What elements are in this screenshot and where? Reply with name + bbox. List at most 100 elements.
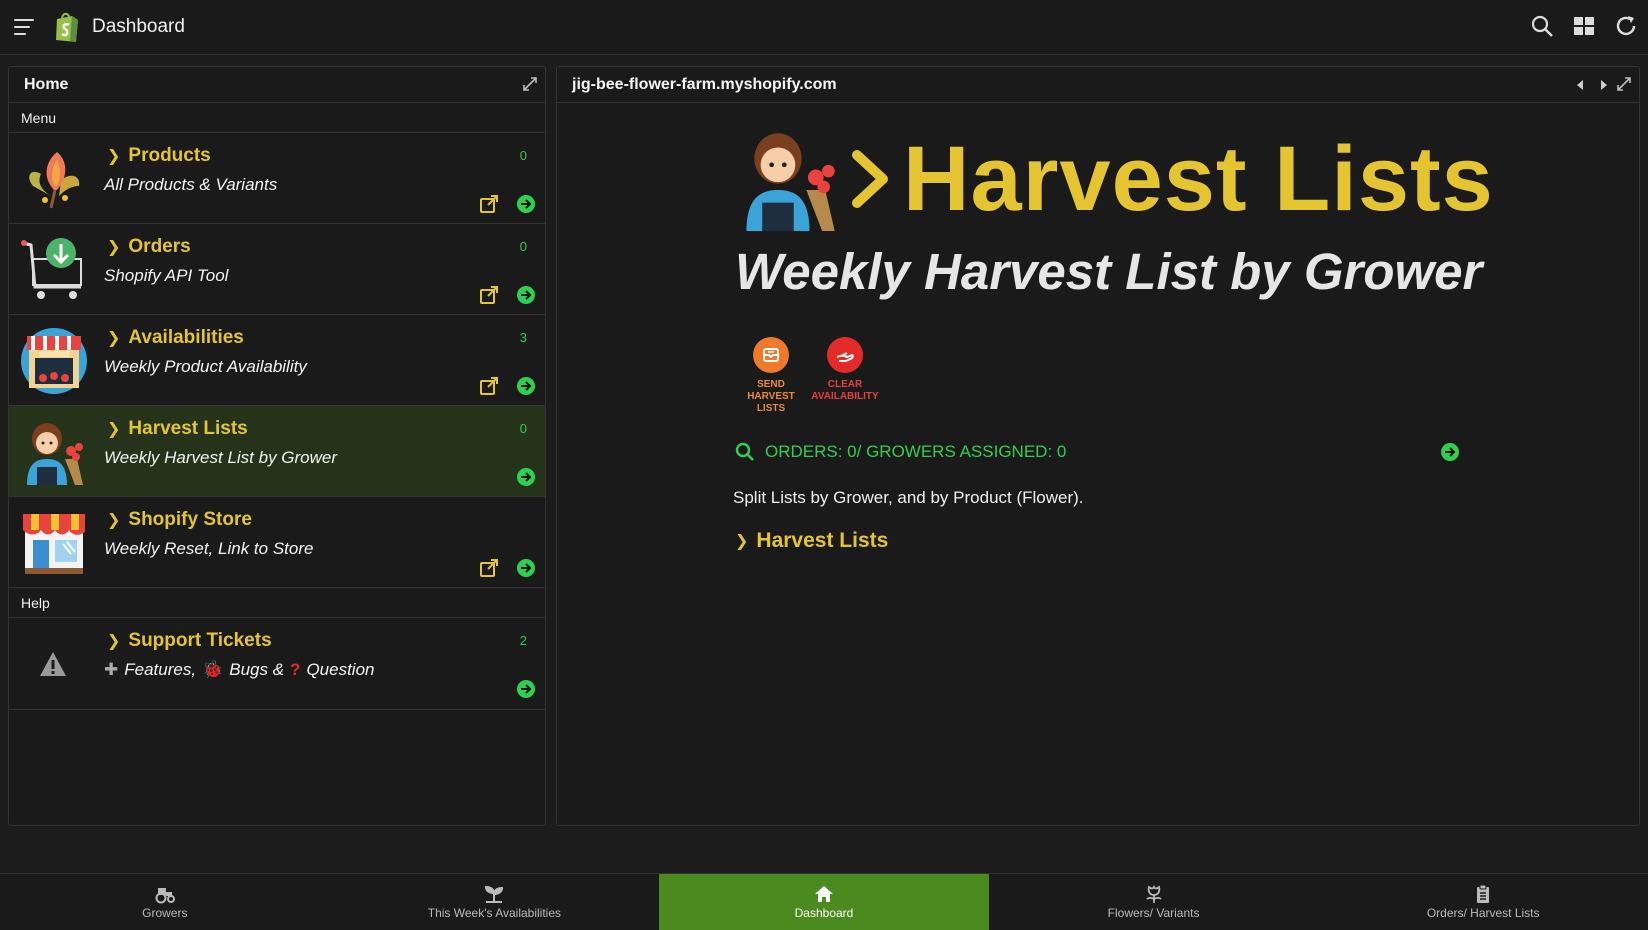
- flower-shop-icon: [21, 328, 87, 394]
- page-title: Harvest Lists: [903, 128, 1494, 230]
- arrow-right-circle-icon[interactable]: [517, 195, 535, 213]
- expand-icon[interactable]: [523, 77, 537, 91]
- hero: Harvest Lists: [737, 127, 1494, 231]
- chevron-right-icon: ❯: [107, 421, 121, 438]
- clear-availability-button[interactable]: CLEAR AVAILABILITY: [811, 337, 879, 415]
- action-buttons: SEND HARVEST LISTS CLEAR AVAILABILITY: [740, 337, 879, 415]
- arrow-right-circle-icon[interactable]: [517, 559, 535, 577]
- arrow-right-circle-icon[interactable]: [517, 680, 535, 698]
- question-icon: ?: [290, 660, 301, 679]
- tab-dashboard[interactable]: Dashboard: [659, 874, 989, 930]
- send-harvest-lists-button[interactable]: SEND HARVEST LISTS: [740, 337, 802, 415]
- flower-bouquet-icon: [29, 152, 80, 209]
- menu-item-products[interactable]: ❯ Products All Products & Variants 0: [9, 133, 545, 224]
- tab-label: Orders/ Harvest Lists: [1426, 906, 1540, 920]
- app-title: Dashboard: [92, 16, 185, 37]
- help-section-label: Help: [9, 588, 545, 618]
- cart-download-icon: [21, 238, 82, 299]
- menu-item-title: ❯ Products: [107, 145, 211, 166]
- menu-section-label: Menu: [9, 103, 545, 133]
- grid-icon[interactable]: [1572, 14, 1596, 38]
- menu-item-shopify-store[interactable]: ❯ Shopify Store Weekly Reset, Link to Sto…: [9, 497, 545, 588]
- arrow-left-icon[interactable]: [1575, 79, 1585, 91]
- menu-icon[interactable]: [14, 19, 36, 35]
- panel-title: Home: [24, 75, 69, 93]
- tab-label: This Week's Availabilities: [427, 906, 562, 920]
- menu-item-orders[interactable]: ❯ Orders Shopify API Tool 0: [9, 224, 545, 315]
- menu-item-title: ❯ Harvest Lists: [107, 418, 248, 439]
- home-panel: Home Menu ❯ Products All Products & Varia…: [8, 66, 546, 826]
- top-bar: Dashboard: [0, 0, 1648, 55]
- refresh-icon[interactable]: [1614, 14, 1638, 38]
- panel-header: Home: [9, 67, 545, 103]
- chevron-right-icon: ❯: [107, 330, 121, 347]
- menu-item-harvest-lists[interactable]: ❯ Harvest Lists Weekly Harvest List by Gr…: [9, 406, 545, 497]
- search-icon: [735, 442, 754, 461]
- shopify-logo: [56, 12, 78, 42]
- menu-item-title: ❯ Availabilities: [107, 327, 244, 348]
- tab-label: Dashboard: [794, 906, 854, 920]
- chevron-right-icon: ❯: [107, 148, 121, 165]
- bottom-nav: Growers This Week's Availabilities Dashb…: [0, 873, 1648, 930]
- menu-item-count: 0: [519, 421, 527, 436]
- clipboard-icon: [1477, 884, 1490, 903]
- menu-item-subtitle: ✚ Features, 🐞 Bugs & ? Question: [104, 660, 375, 679]
- menu-item-title: ❯ Orders: [107, 236, 191, 257]
- storefront-icon: [23, 514, 85, 574]
- grower-icon: [746, 133, 835, 231]
- external-link-icon[interactable]: [479, 558, 499, 578]
- menu-item-subtitle: Weekly Harvest List by Grower: [104, 448, 338, 467]
- grower-icon: [27, 423, 83, 485]
- button-label: SEND HARVEST LISTS: [747, 379, 795, 414]
- button-label: CLEAR AVAILABILITY: [811, 379, 879, 402]
- warning-icon: [40, 652, 66, 676]
- tab-this-weeks-availabilities[interactable]: This Week's Availabilities: [330, 874, 660, 930]
- menu-item-subtitle: Shopify API Tool: [104, 266, 229, 285]
- panel-header: jig-bee-flower-farm.myshopify.com: [557, 67, 1639, 103]
- tab-label: Growers: [142, 906, 188, 920]
- tractor-icon: [155, 888, 175, 904]
- tab-flowers-variants[interactable]: Flowers/ Variants: [989, 874, 1319, 930]
- chevron-right-icon: [852, 150, 888, 208]
- external-link-icon[interactable]: [479, 285, 499, 305]
- menu-item-title: ❯ Support Tickets: [107, 630, 272, 651]
- menu-item-subtitle: Weekly Product Availability: [104, 357, 307, 376]
- tab-label: Flowers/ Variants: [1107, 906, 1200, 920]
- tab-orders-harvest-lists[interactable]: Orders/ Harvest Lists: [1318, 874, 1648, 930]
- menu-item-support-tickets[interactable]: ❯ Support Tickets ✚ Features, 🐞 Bugs & ? …: [9, 618, 545, 710]
- menu-item-count: 0: [519, 239, 527, 254]
- seedling-icon: [485, 885, 504, 903]
- arrow-right-circle-icon[interactable]: [517, 468, 535, 486]
- orders-summary-text: ORDERS: 0/ GROWERS ASSIGNED: 0: [765, 442, 1067, 461]
- home-icon: [814, 886, 833, 902]
- menu-item-title: ❯ Shopify Store: [107, 509, 252, 530]
- arrow-right-icon[interactable]: [1599, 79, 1609, 91]
- bug-icon: 🐞: [202, 660, 224, 679]
- menu-item-count: 0: [519, 148, 527, 163]
- expand-icon[interactable]: [1617, 77, 1631, 91]
- chevron-right-icon: ❯: [107, 512, 121, 529]
- tab-growers[interactable]: Growers: [0, 874, 330, 930]
- chevron-right-icon: ❯: [735, 533, 749, 550]
- menu-item-subtitle: Weekly Reset, Link to Store: [104, 539, 314, 558]
- menu-item-subtitle: All Products & Variants: [104, 175, 278, 194]
- external-link-icon[interactable]: [479, 194, 499, 214]
- harvest-lists-link[interactable]: ❯ Harvest Lists: [735, 529, 888, 553]
- arrow-right-circle-icon[interactable]: [517, 286, 535, 304]
- flower-icon: [1145, 884, 1162, 903]
- arrow-right-circle-icon[interactable]: [517, 377, 535, 395]
- menu-item-availabilities[interactable]: ❯ Availabilities Weekly Product Availabil…: [9, 315, 545, 406]
- plus-icon: ✚: [104, 660, 119, 679]
- menu-item-count: 2: [519, 633, 527, 648]
- page-subtitle: Weekly Harvest List by Grower: [735, 243, 1483, 300]
- email-icon: [753, 337, 789, 373]
- hand-icon: [827, 337, 863, 373]
- content-panel: jig-bee-flower-farm.myshopify.com Harves…: [556, 66, 1640, 826]
- search-icon[interactable]: [1530, 14, 1554, 38]
- description: Split Lists by Grower, and by Product (F…: [733, 488, 1084, 507]
- arrow-right-circle-icon[interactable]: [1441, 443, 1459, 461]
- chevron-right-icon: ❯: [107, 239, 121, 256]
- external-link-icon[interactable]: [479, 376, 499, 396]
- orders-summary[interactable]: ORDERS: 0/ GROWERS ASSIGNED: 0: [735, 442, 1066, 462]
- store-domain: jig-bee-flower-farm.myshopify.com: [572, 75, 837, 93]
